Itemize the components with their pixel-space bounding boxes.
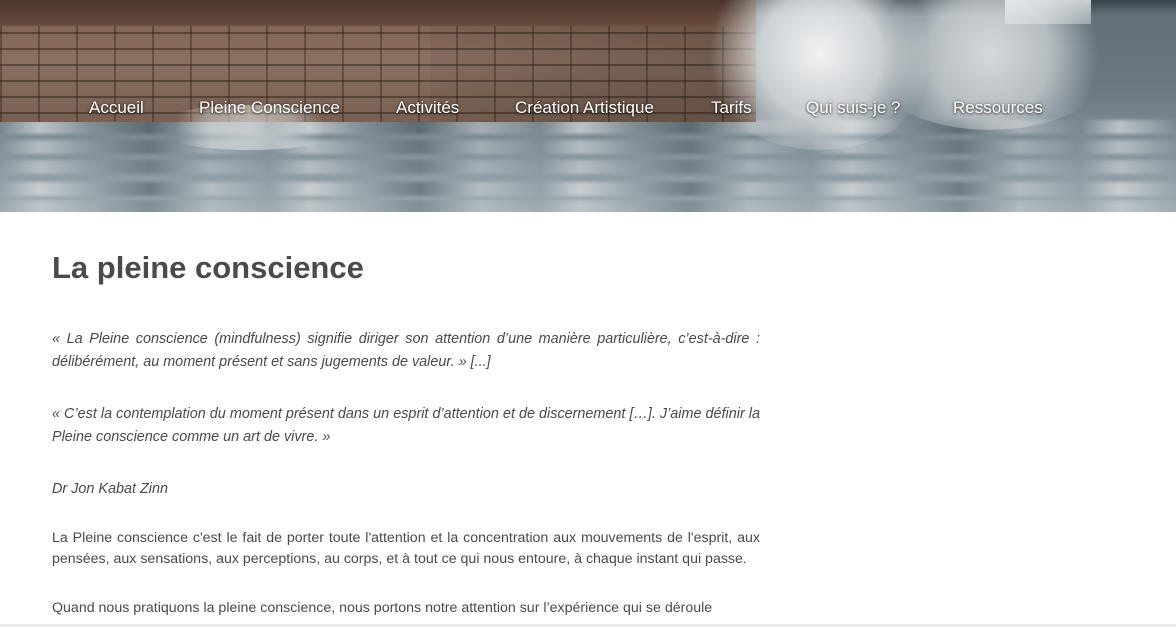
quote-author: Dr Jon Kabat Zinn bbox=[52, 481, 168, 497]
quote-paragraph: « C’est la contemplation du moment prése… bbox=[52, 406, 760, 445]
page-title: La pleine conscience bbox=[52, 250, 364, 285]
body-paragraph: Quand nous pratiquons la pleine conscien… bbox=[52, 600, 713, 616]
nav-item-creation-artistique[interactable]: Création Artistique bbox=[515, 97, 654, 119]
quote-paragraph: « La Pleine conscience (mindfulness) sig… bbox=[52, 331, 760, 370]
nav-item-pleine-conscience[interactable]: Pleine Conscience bbox=[199, 97, 340, 119]
nav-item-accueil[interactable]: Accueil bbox=[89, 97, 144, 119]
main-navigation: Accueil Pleine Conscience Activités Créa… bbox=[0, 97, 1176, 121]
hero-banner: Accueil Pleine Conscience Activités Créa… bbox=[0, 0, 1176, 212]
nav-item-ressources[interactable]: Ressources bbox=[953, 97, 1043, 119]
nav-item-tarifs[interactable]: Tarifs bbox=[711, 97, 752, 119]
nav-item-activites[interactable]: Activités bbox=[396, 97, 459, 119]
nav-item-qui-suis-je[interactable]: Qui suis-je ? bbox=[806, 97, 900, 119]
body-paragraph: La Pleine conscience c'est le fait de po… bbox=[52, 530, 760, 567]
